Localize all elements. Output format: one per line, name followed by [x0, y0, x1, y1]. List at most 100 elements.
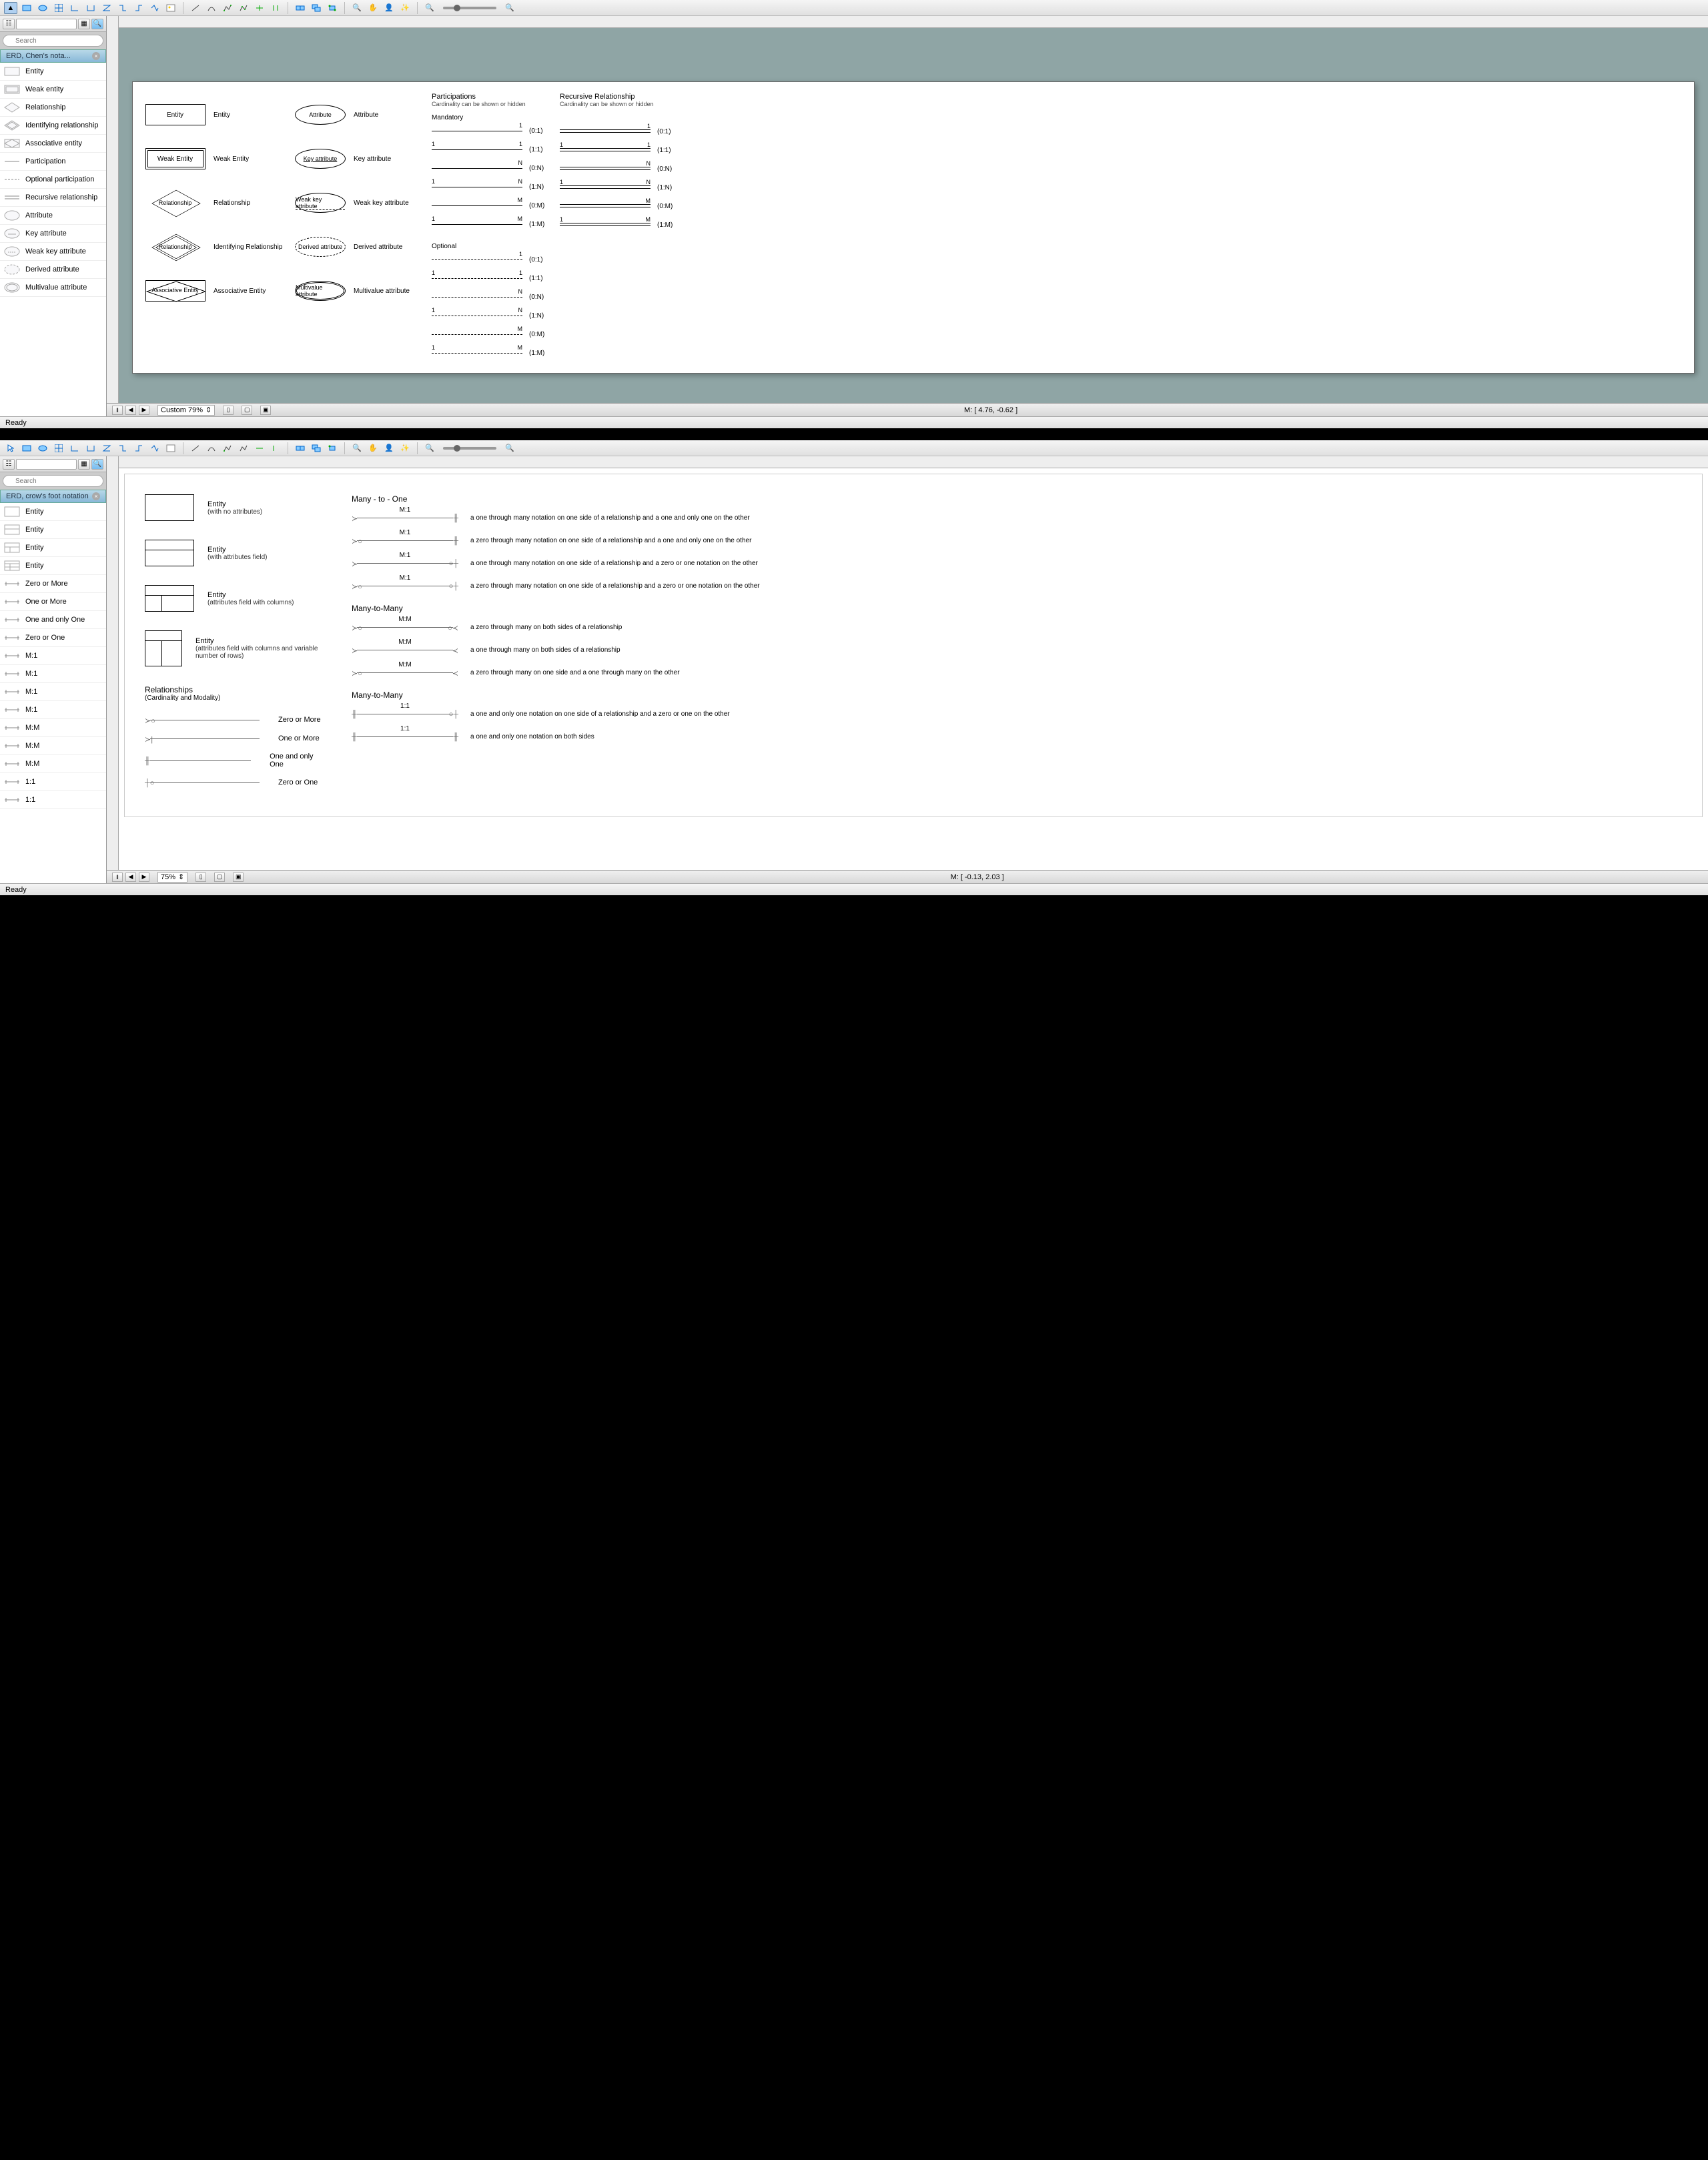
tree-icon[interactable]: ☷	[3, 19, 15, 29]
connector-L-icon[interactable]	[68, 2, 81, 14]
group3-icon[interactable]	[326, 2, 339, 14]
palette-item[interactable]: Associative entity	[0, 135, 106, 153]
poly4-icon[interactable]	[269, 442, 282, 454]
grid-icon[interactable]	[52, 2, 65, 14]
poly3-icon[interactable]	[253, 442, 266, 454]
palette-item[interactable]: M:M	[0, 755, 106, 773]
palette-item[interactable]: Derived attribute	[0, 261, 106, 279]
sidebar-filter-input[interactable]	[16, 459, 77, 470]
cursor-icon[interactable]	[4, 442, 17, 454]
palette-item[interactable]: Entity	[0, 557, 106, 575]
zoom-in-icon[interactable]: 🔍	[503, 442, 516, 454]
search-toggle-icon[interactable]: 🔍	[91, 459, 103, 470]
page-first-icon[interactable]: ‖	[112, 406, 123, 415]
connector-U-icon[interactable]	[84, 2, 97, 14]
connector-Z-icon[interactable]	[100, 442, 113, 454]
palette-item[interactable]: One and only One	[0, 611, 106, 629]
hand-icon[interactable]: ✋	[366, 2, 380, 14]
palette-item[interactable]: M:1	[0, 647, 106, 665]
palette-item[interactable]: Weak entity	[0, 81, 106, 99]
user-icon[interactable]: 👤	[382, 2, 396, 14]
ellipse-icon[interactable]	[36, 2, 49, 14]
zoom-slider[interactable]	[443, 7, 496, 9]
palette-item[interactable]: M:1	[0, 701, 106, 719]
connector-S-icon[interactable]	[116, 442, 129, 454]
palette-item[interactable]: Relationship	[0, 99, 106, 117]
view1-icon[interactable]: ▯	[195, 873, 206, 882]
palette-item[interactable]: Attribute	[0, 207, 106, 225]
page-next-icon[interactable]: ▶	[139, 873, 149, 882]
canvas[interactable]: Entity Entity Attribute Attribute Weak E…	[119, 28, 1708, 403]
grid-icon[interactable]	[52, 442, 65, 454]
zoom-in-icon[interactable]: 🔍	[503, 2, 516, 14]
palette-item[interactable]: One or More	[0, 593, 106, 611]
palette-item[interactable]: Entity	[0, 539, 106, 557]
palette-item[interactable]: 1:1	[0, 773, 106, 791]
palette-item[interactable]: Multivalue attribute	[0, 279, 106, 297]
poly1-icon[interactable]	[221, 442, 234, 454]
connector-5-icon[interactable]	[132, 442, 145, 454]
poly4-icon[interactable]	[269, 2, 282, 14]
search-input[interactable]	[3, 475, 103, 487]
page-prev-icon[interactable]: ◀	[125, 406, 136, 415]
connector-S-icon[interactable]	[116, 2, 129, 14]
palette-item[interactable]: Zero or One	[0, 629, 106, 647]
view2-icon[interactable]: ▢	[214, 873, 225, 882]
group2-icon[interactable]	[310, 442, 323, 454]
hand-icon[interactable]: ✋	[366, 442, 380, 454]
palette-item[interactable]: Entity	[0, 521, 106, 539]
grid-view-icon[interactable]: ▦	[78, 19, 90, 29]
poly1-icon[interactable]	[221, 2, 234, 14]
connector-6-icon[interactable]	[148, 442, 161, 454]
palette-item[interactable]: Optional participation	[0, 171, 106, 189]
ellipse-icon[interactable]	[36, 442, 49, 454]
view3-icon[interactable]: ▣	[260, 406, 271, 415]
palette-item[interactable]: Identifying relationship	[0, 117, 106, 135]
palette-item[interactable]: M:1	[0, 665, 106, 683]
palette-item[interactable]: 1:1	[0, 791, 106, 809]
palette-item[interactable]: Zero or More	[0, 575, 106, 593]
wand-icon[interactable]: ✨	[398, 442, 412, 454]
connector-Z-icon[interactable]	[100, 2, 113, 14]
zoom-slider[interactable]	[443, 447, 496, 450]
page-first-icon[interactable]: ‖	[112, 873, 123, 882]
image-icon[interactable]	[164, 2, 177, 14]
page-next-icon[interactable]: ▶	[139, 406, 149, 415]
panel-header[interactable]: ERD, crow's foot notation ×	[0, 490, 106, 503]
group1-icon[interactable]	[294, 442, 307, 454]
palette-item[interactable]: Entity	[0, 63, 106, 81]
view1-icon[interactable]: ▯	[223, 406, 234, 415]
zoom-out-icon[interactable]: 🔍	[423, 2, 436, 14]
page-prev-icon[interactable]: ◀	[125, 873, 136, 882]
palette-item[interactable]: Recursive relationship	[0, 189, 106, 207]
image-icon[interactable]	[164, 442, 177, 454]
group3-icon[interactable]	[326, 442, 339, 454]
user-icon[interactable]: 👤	[382, 442, 396, 454]
rect-icon[interactable]	[20, 2, 33, 14]
poly3-icon[interactable]	[253, 2, 266, 14]
tree-icon[interactable]: ☷	[3, 459, 15, 470]
palette-item[interactable]: M:1	[0, 683, 106, 701]
arc-icon[interactable]	[205, 2, 218, 14]
poly2-icon[interactable]	[237, 442, 250, 454]
close-icon[interactable]: ×	[92, 492, 100, 500]
palette-item[interactable]: M:M	[0, 719, 106, 737]
group1-icon[interactable]	[294, 2, 307, 14]
canvas[interactable]: Entity(with no attributes)Entity(with at…	[119, 468, 1708, 870]
connector-L-icon[interactable]	[68, 442, 81, 454]
rect-icon[interactable]	[20, 442, 33, 454]
close-icon[interactable]: ×	[92, 52, 100, 60]
zoom-box[interactable]: 75% ⇕	[157, 872, 187, 883]
connector-5-icon[interactable]	[132, 2, 145, 14]
search-toggle-icon[interactable]: 🔍	[91, 19, 103, 29]
view3-icon[interactable]: ▣	[233, 873, 244, 882]
zoom-icon[interactable]: 🔍	[350, 2, 364, 14]
view2-icon[interactable]: ▢	[242, 406, 252, 415]
group2-icon[interactable]	[310, 2, 323, 14]
line-icon[interactable]	[189, 2, 202, 14]
palette-item[interactable]: Entity	[0, 503, 106, 521]
grid-view-icon[interactable]: ▦	[78, 459, 90, 470]
arc-icon[interactable]	[205, 442, 218, 454]
sidebar-filter-input[interactable]	[16, 19, 77, 29]
zoom-out-icon[interactable]: 🔍	[423, 442, 436, 454]
